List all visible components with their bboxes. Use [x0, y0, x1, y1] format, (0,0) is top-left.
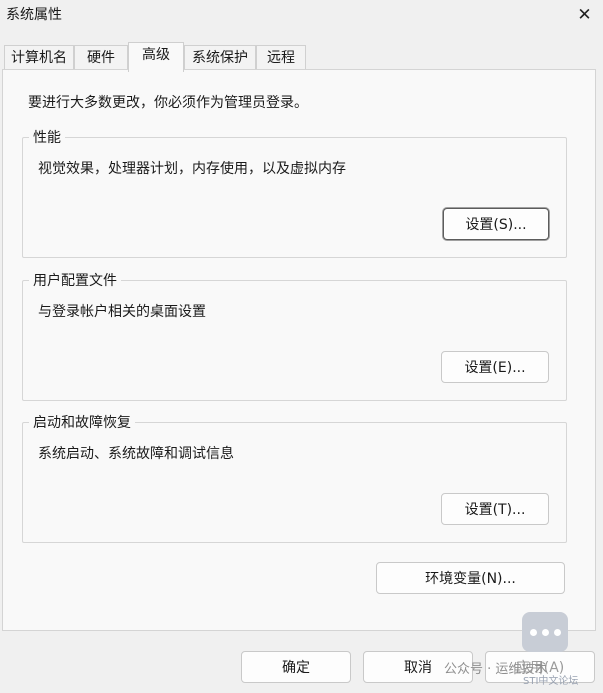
window-title: 系统属性 [6, 7, 62, 23]
user-profiles-group: 用户配置文件 与登录帐户相关的桌面设置 设置(E)... [22, 270, 567, 401]
ok-button[interactable]: 确定 [241, 651, 351, 683]
tab-hardware[interactable]: 硬件 [74, 45, 128, 71]
environment-variables-button[interactable]: 环境变量(N)... [376, 562, 565, 594]
performance-description: 视觉效果，处理器计划，内存使用，以及虚拟内存 [38, 161, 346, 177]
user-profiles-title: 用户配置文件 [29, 270, 121, 290]
tab-computer-name[interactable]: 计算机名 [4, 45, 74, 71]
performance-settings-button[interactable]: 设置(S)... [443, 208, 549, 240]
user-profiles-description: 与登录帐户相关的桌面设置 [38, 304, 206, 320]
performance-group: 性能 视觉效果，处理器计划，内存使用，以及虚拟内存 设置(S)... [22, 127, 567, 258]
startup-recovery-settings-button[interactable]: 设置(T)... [441, 493, 549, 525]
admin-note: 要进行大多数更改，你必须作为管理员登录。 [28, 95, 308, 111]
tab-system-protection[interactable]: 系统保护 [184, 45, 256, 71]
watermark-subtext: STI中文论坛 [523, 676, 579, 687]
watermark-chat-icon [522, 612, 568, 652]
user-profiles-settings-button[interactable]: 设置(E)... [441, 351, 549, 383]
startup-recovery-group: 启动和故障恢复 系统启动、系统故障和调试信息 设置(T)... [22, 412, 567, 543]
tab-remote[interactable]: 远程 [256, 45, 306, 71]
performance-title: 性能 [29, 127, 65, 147]
tab-bar: 计算机名 硬件 高级 系统保护 远程 [0, 42, 603, 72]
startup-recovery-title: 启动和故障恢复 [29, 412, 135, 432]
startup-recovery-description: 系统启动、系统故障和调试信息 [38, 446, 234, 462]
close-icon[interactable]: ✕ [566, 0, 603, 30]
tab-advanced[interactable]: 高级 [128, 42, 184, 72]
title-bar: 系统属性 ✕ [0, 0, 603, 34]
